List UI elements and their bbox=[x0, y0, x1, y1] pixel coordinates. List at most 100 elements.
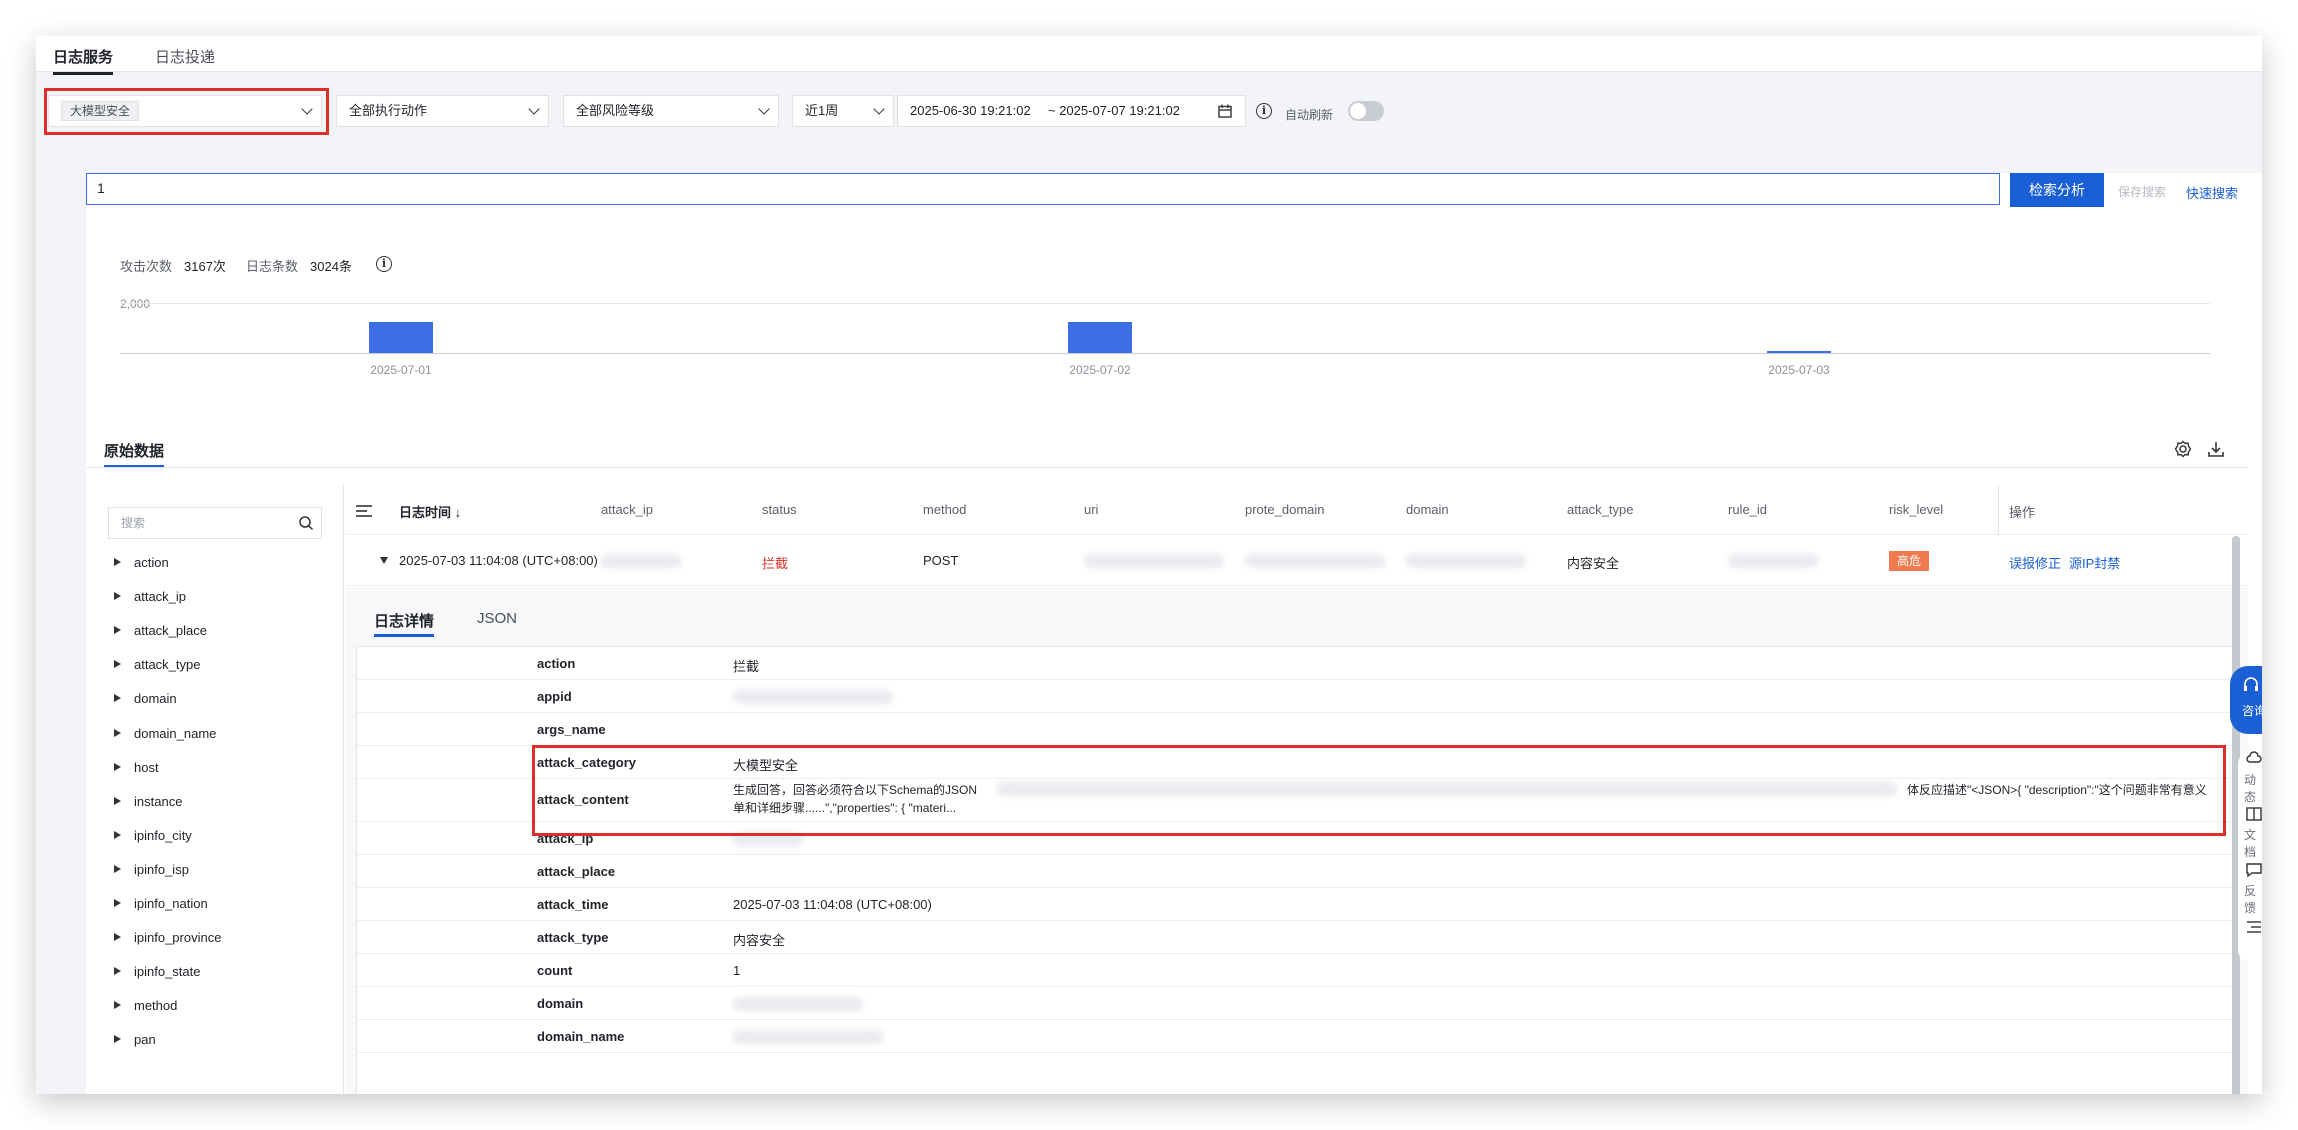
col-uri[interactable]: uri bbox=[1084, 502, 1098, 517]
search-input[interactable]: 1 bbox=[86, 173, 2000, 205]
detail-value: 拦截 bbox=[733, 659, 760, 674]
field-item[interactable]: ipinfo_province bbox=[113, 930, 221, 945]
col-attack-ip[interactable]: attack_ip bbox=[601, 502, 653, 517]
consult-button[interactable]: 咨询 bbox=[2230, 666, 2262, 734]
date-start: 2025-06-30 19:21:02 bbox=[910, 103, 1031, 118]
search-icon[interactable] bbox=[298, 515, 314, 531]
top-tab-bar: 日志服务 日志投递 bbox=[36, 36, 2262, 75]
histogram-card: 攻击次数 3167次 日志条数 3024条 i 2,000 2025-07-01… bbox=[86, 223, 2248, 423]
download-icon[interactable] bbox=[2207, 440, 2225, 458]
docs-label[interactable]: 文档 bbox=[2244, 826, 2262, 860]
cell-attack-type: 内容安全 bbox=[1567, 556, 1620, 571]
auto-refresh-label: 自动刷新 bbox=[1285, 108, 1334, 122]
detail-value-redacted bbox=[733, 997, 863, 1011]
detail-key: attack_type bbox=[537, 930, 609, 945]
field-item[interactable]: domain_name bbox=[113, 726, 216, 741]
tab-json[interactable]: JSON bbox=[477, 610, 517, 627]
col-domain[interactable]: domain bbox=[1406, 502, 1449, 517]
col-attack-type[interactable]: attack_type bbox=[1567, 502, 1634, 517]
divider bbox=[86, 467, 2248, 468]
detail-row: args_name bbox=[357, 713, 2237, 746]
col-operations: 操作 bbox=[2009, 505, 2036, 520]
detail-row: count 1 bbox=[357, 954, 2237, 987]
list-icon[interactable] bbox=[2246, 920, 2262, 934]
log-count-value: 3024条 bbox=[310, 259, 352, 274]
cell-domain-redacted bbox=[1406, 554, 1526, 568]
action-select[interactable]: 全部执行动作 bbox=[336, 95, 549, 127]
detail-row: attack_type 内容安全 bbox=[357, 921, 2237, 954]
detail-value: 内容安全 bbox=[733, 933, 786, 948]
collapse-caret-icon[interactable] bbox=[380, 557, 388, 564]
action-select-value: 全部执行动作 bbox=[349, 103, 428, 118]
false-positive-link[interactable]: 误报修正 bbox=[2009, 553, 2061, 572]
date-range-picker[interactable]: 2025-06-30 19:21:02 ~ 2025-07-07 19:21:0… bbox=[897, 95, 1246, 127]
table-row[interactable]: 2025-07-03 11:04:08 (UTC+08:00) 拦截 POST … bbox=[346, 536, 2248, 586]
block-ip-link[interactable]: 源IP封禁 bbox=[2069, 553, 2120, 572]
field-item[interactable]: method bbox=[113, 998, 177, 1013]
grid-line bbox=[120, 303, 2210, 304]
col-prote-domain[interactable]: prote_domain bbox=[1245, 502, 1325, 517]
chevron-down-icon bbox=[528, 103, 540, 115]
calendar-icon bbox=[1218, 104, 1232, 118]
detail-row: attack_time 2025-07-03 11:04:08 (UTC+08:0… bbox=[357, 888, 2237, 921]
col-status[interactable]: status bbox=[762, 502, 797, 517]
book-icon bbox=[2246, 807, 2262, 821]
table-header: 日志时间 ↓ attack_ip status method uri prote… bbox=[346, 485, 2248, 585]
period-select[interactable]: 近1周 bbox=[792, 95, 894, 127]
cloud-icon bbox=[2246, 751, 2262, 763]
feedback-label[interactable]: 反馈 bbox=[2244, 882, 2262, 916]
tab-log-detail[interactable]: 日志详情 bbox=[374, 610, 435, 637]
field-item[interactable]: ipinfo_city bbox=[114, 828, 192, 843]
dynamic-label[interactable]: 动态 bbox=[2244, 771, 2262, 805]
detail-value-redacted bbox=[733, 1030, 883, 1044]
field-item[interactable]: instance bbox=[113, 794, 182, 809]
tab-log-delivery[interactable]: 日志投递 bbox=[155, 46, 215, 67]
detail-row: appid bbox=[357, 680, 2237, 713]
x-tick-label: 2025-07-01 bbox=[370, 363, 432, 377]
cell-method: POST bbox=[923, 553, 959, 568]
col-rule-id[interactable]: rule_id bbox=[1728, 502, 1767, 517]
field-item[interactable]: attack_type bbox=[114, 657, 201, 672]
cell-status: 拦截 bbox=[762, 556, 789, 571]
risk-select[interactable]: 全部风险等级 bbox=[563, 95, 779, 127]
field-item[interactable]: pan bbox=[114, 1032, 156, 1047]
quick-search-link[interactable]: 快速搜索 bbox=[2186, 183, 2238, 202]
headset-icon bbox=[2244, 677, 2258, 691]
field-item[interactable]: attack_place bbox=[114, 623, 207, 638]
attack-count-label: 攻击次数 bbox=[120, 259, 173, 274]
auto-refresh-toggle[interactable] bbox=[1348, 101, 1384, 121]
field-item[interactable]: attack_ip bbox=[113, 589, 186, 604]
consult-label: 咨询 bbox=[2242, 704, 2262, 718]
field-item[interactable]: ipinfo_nation bbox=[114, 896, 208, 911]
chevron-down-icon bbox=[873, 103, 885, 115]
attack-count-value: 3167次 bbox=[184, 259, 226, 274]
field-item[interactable]: action bbox=[114, 555, 169, 570]
risk-select-value: 全部风险等级 bbox=[576, 103, 655, 118]
info-icon[interactable]: i bbox=[1256, 103, 1272, 119]
gear-icon[interactable] bbox=[2174, 440, 2192, 458]
highlight-box-category bbox=[44, 88, 329, 135]
field-search-input[interactable]: 搜索 bbox=[108, 507, 322, 539]
cell-uri-redacted bbox=[1084, 554, 1224, 568]
field-item[interactable]: domain bbox=[114, 691, 177, 706]
log-count-label: 日志条数 bbox=[246, 259, 299, 274]
x-axis-line bbox=[120, 353, 2210, 354]
col-method[interactable]: method bbox=[923, 502, 966, 517]
date-end: ~ 2025-07-07 19:21:02 bbox=[1048, 103, 1180, 118]
chart-bar-2025-07-03[interactable] bbox=[1767, 350, 1831, 353]
col-log-time[interactable]: 日志时间 ↓ bbox=[399, 502, 461, 521]
columns-menu-icon[interactable] bbox=[356, 504, 372, 518]
field-item[interactable]: ipinfo_isp bbox=[114, 862, 189, 877]
chart-bar-2025-07-02[interactable] bbox=[1068, 322, 1132, 353]
detail-key: attack_place bbox=[537, 864, 616, 879]
search-analyze-button[interactable]: 检索分析 bbox=[2010, 173, 2104, 207]
stats-info-icon[interactable]: i bbox=[376, 256, 392, 272]
col-risk-level[interactable]: risk_level bbox=[1889, 502, 1943, 517]
tab-log-service[interactable]: 日志服务 bbox=[53, 46, 114, 75]
field-item[interactable]: host bbox=[114, 760, 159, 775]
save-search-link[interactable]: 保存搜索 bbox=[2118, 183, 2166, 200]
detail-key: attack_time bbox=[537, 897, 609, 912]
chart-bar-2025-07-01[interactable] bbox=[369, 321, 433, 353]
raw-data-tab[interactable]: 原始数据 bbox=[104, 440, 165, 468]
field-item[interactable]: ipinfo_state bbox=[114, 964, 201, 979]
